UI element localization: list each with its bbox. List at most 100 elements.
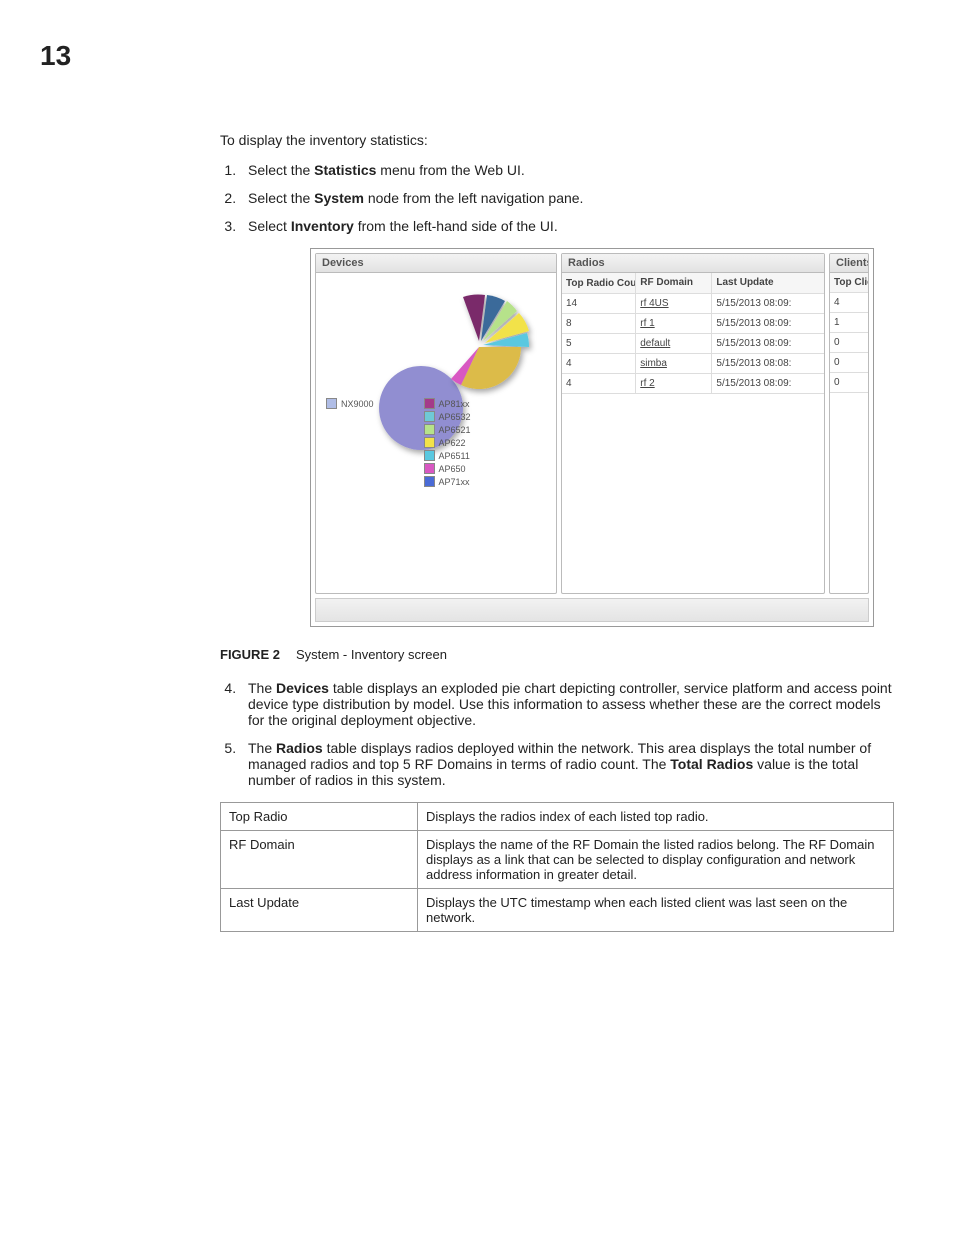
panel-header-radios: Radios [562,254,824,273]
legend-swatch [424,411,435,422]
legend-item: AP650 [424,463,471,474]
col-top-client-count[interactable]: Top Client Count [830,273,868,292]
cell-rf-domain: rf 2 [636,374,712,393]
desc-value: Displays the name of the RF Domain the l… [418,831,894,889]
step-text: The [248,680,276,696]
table-row: 1 [830,313,868,333]
rf-domain-link[interactable]: rf 1 [640,318,654,329]
step-text: Select [248,218,291,234]
horizontal-scrollbar[interactable] [315,598,869,622]
step-item: Select Inventory from the left-hand side… [240,218,894,234]
step-item: The Radios table displays radios deploye… [240,740,894,788]
table-row: RF DomainDisplays the name of the RF Dom… [221,831,894,889]
inventory-screenshot: Devices [310,248,874,627]
step-text: menu from the Web UI. [376,162,524,178]
figure-label: FIGURE 2 [220,647,280,662]
steps-list-1: Select the Statistics menu from the Web … [220,162,894,234]
step-bold: System [314,190,364,206]
cell-client-count: 0 [830,353,868,372]
desc-key: RF Domain [221,831,418,889]
legend-swatch [424,476,435,487]
step-bold: Radios [276,740,323,756]
table-row: Top RadioDisplays the radios index of ea… [221,803,894,831]
cell-rf-domain: rf 4US [636,294,712,313]
table-row: 4 simba 5/15/2013 08:08: [562,354,824,374]
step-item: The Devices table displays an exploded p… [240,680,894,728]
step-text: from the left-hand side of the UI. [354,218,558,234]
clients-panel: Clients Top Client Count 41000 [829,253,869,594]
table-row: 5 default 5/15/2013 08:09: [562,334,824,354]
step-text: Select the [248,162,314,178]
legend-label: AP650 [439,464,466,474]
legend-swatch [326,398,337,409]
rf-domain-link[interactable]: rf 4US [640,298,668,309]
legend-item: AP622 [424,437,471,448]
steps-list-2: The Devices table displays an exploded p… [220,680,894,788]
cell-count: 5 [562,334,636,353]
cell-client-count: 1 [830,313,868,332]
step-text: The [248,740,276,756]
cell-last-update: 5/15/2013 08:09: [712,334,824,353]
legend-item: AP6532 [424,411,471,422]
cell-count: 4 [562,374,636,393]
legend-swatch [424,398,435,409]
cell-count: 4 [562,354,636,373]
table-row: 14 rf 4US 5/15/2013 08:09: [562,294,824,314]
figure-caption-text: System - Inventory screen [296,647,447,662]
table-row: 4 [830,293,868,313]
cell-rf-domain: simba [636,354,712,373]
legend-swatch [424,450,435,461]
table-row: 8rf 15/15/2013 08:09: [562,314,824,334]
cell-count: 8 [562,314,636,333]
col-last-update[interactable]: Last Update [712,273,824,293]
cell-client-count: 4 [830,293,868,312]
step-item: Select the System node from the left nav… [240,190,894,206]
panel-header-devices: Devices [316,254,556,273]
cell-last-update: 5/15/2013 08:09: [712,294,824,313]
rf-domain-link[interactable]: simba [640,358,667,369]
step-bold: Statistics [314,162,376,178]
page-number: 13 [40,40,894,72]
col-rf-domain[interactable]: RF Domain [636,273,712,293]
table-row: Last UpdateDisplays the UTC timestamp wh… [221,889,894,932]
legend-label: AP622 [439,438,466,448]
table-row: 4 rf 2 5/15/2013 08:09: [562,374,824,394]
cell-rf-domain: rf 1 [636,314,712,333]
figure-caption: FIGURE 2 System - Inventory screen [220,647,894,662]
cell-client-count: 0 [830,373,868,392]
cell-client-count: 0 [830,333,868,352]
legend-swatch [424,437,435,448]
rf-domain-link[interactable]: default [640,338,670,349]
step-bold: Devices [276,680,329,696]
radios-panel: Radios Top Radio Count ▾ RF Domain Last … [561,253,825,594]
desc-key: Top Radio [221,803,418,831]
table-row: 0 [830,373,868,393]
step-bold: Total Radios [670,756,753,772]
cell-count: 14 [562,294,636,313]
legend-item: NX9000 [326,398,374,409]
step-text: table displays an exploded pie chart dep… [248,680,892,728]
cell-rf-domain: default [636,334,712,353]
table-row: 0 [830,333,868,353]
radios-table-header: Top Radio Count ▾ RF Domain Last Update [562,273,824,294]
legend-item: AP6511 [424,450,471,461]
field-description-table: Top RadioDisplays the radios index of ea… [220,802,894,932]
legend-label: AP81xx [439,399,470,409]
legend-label: AP6532 [439,412,471,422]
step-text: node from the left navigation pane. [364,190,583,206]
step-item: Select the Statistics menu from the Web … [240,162,894,178]
cell-last-update: 5/15/2013 08:09: [712,374,824,393]
step-text: Select the [248,190,314,206]
desc-value: Displays the radios index of each listed… [418,803,894,831]
legend-swatch [424,463,435,474]
panel-header-clients: Clients [830,254,868,273]
legend-item: AP6521 [424,424,471,435]
chart-legend: NX9000 AP81xx AP6532 AP6521 AP622 AP6511 AP65… [326,398,471,487]
col-top-radio-count[interactable]: Top Radio Count [566,278,636,289]
legend-swatch [424,424,435,435]
cell-last-update: 5/15/2013 08:08: [712,354,824,373]
desc-value: Displays the UTC timestamp when each lis… [418,889,894,932]
rf-domain-link[interactable]: rf 2 [640,378,654,389]
devices-panel: Devices [315,253,557,594]
step-bold: Inventory [291,218,354,234]
